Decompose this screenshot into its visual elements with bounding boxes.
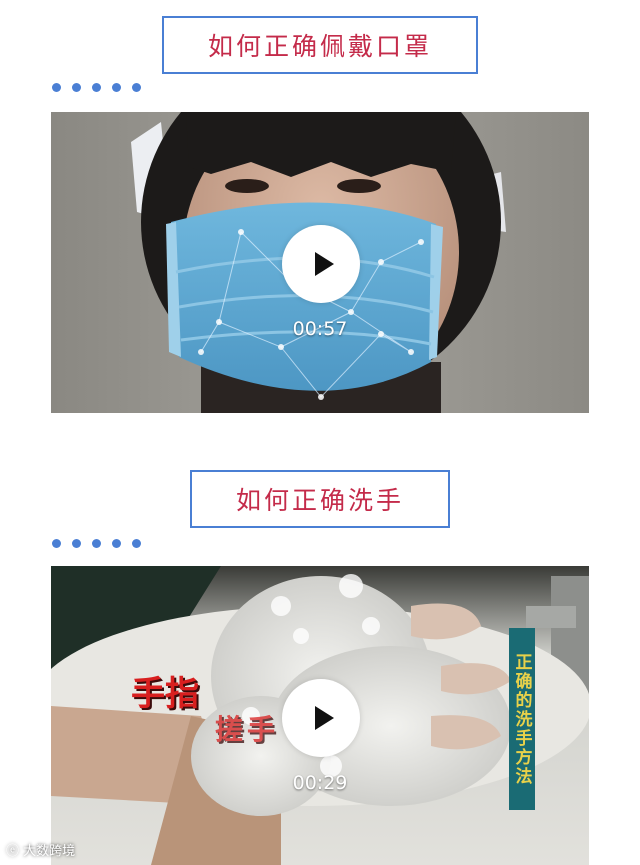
- play-icon: [314, 252, 334, 276]
- play-icon: [314, 706, 334, 730]
- section-title-handwash: 如何正确洗手: [190, 470, 450, 528]
- dots-decoration: [52, 83, 141, 92]
- watermark: ⓔ 大数跨境: [6, 840, 75, 859]
- overlay-text-fingers: 手指: [131, 674, 199, 714]
- section-title-text: 如何正确洗手: [235, 486, 404, 515]
- play-button[interactable]: [282, 679, 360, 757]
- watermark-icon: ⓔ: [6, 844, 20, 859]
- video-handwash-tutorial[interactable]: 手指 搓手 正确的洗手方法 00:29: [51, 566, 589, 865]
- video-duration: 00:29: [292, 772, 348, 794]
- overlay-text-rub: 搓手: [215, 713, 280, 746]
- section-title-text: 如何正确佩戴口罩: [207, 32, 432, 61]
- section-title-mask: 如何正确佩戴口罩: [162, 16, 478, 74]
- play-button[interactable]: [282, 225, 360, 303]
- watermark-text: 大数跨境: [23, 844, 76, 859]
- video-mask-tutorial[interactable]: 00:57: [51, 112, 589, 413]
- side-banner: 正确的洗手方法: [509, 628, 535, 810]
- video-duration: 00:57: [292, 318, 348, 340]
- dots-decoration: [52, 539, 141, 548]
